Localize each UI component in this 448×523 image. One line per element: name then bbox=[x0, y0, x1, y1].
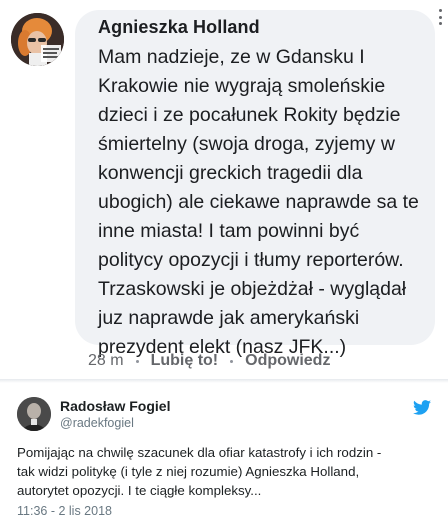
author-avatar[interactable] bbox=[11, 13, 64, 66]
comment-text: Mam nadzieje, ze w Gdansku I Krakowie ni… bbox=[98, 43, 428, 362]
profile-photo bbox=[17, 397, 51, 431]
comment-line: Krakowie nie wygrają smoleńskie bbox=[98, 75, 386, 97]
tweet-author-handle[interactable]: @radekfogiel bbox=[60, 416, 134, 430]
separator-dot bbox=[135, 359, 139, 363]
tweet-line: Pomijając na chwilę szacunek dla ofiar k… bbox=[17, 445, 382, 460]
like-button[interactable]: Lubię to! bbox=[151, 352, 219, 370]
comment-line: śmiertelny (swoja droga, zyjemy w bbox=[98, 133, 395, 155]
more-options-icon[interactable] bbox=[433, 6, 447, 28]
reply-button[interactable]: Odpowiedz bbox=[245, 352, 330, 370]
tweet-text: Pomijając na chwilę szacunek dla ofiar k… bbox=[17, 443, 442, 500]
comment-actions: 28 m Lubię to! Odpowiedz bbox=[88, 350, 330, 372]
tweet-author-name[interactable]: Radosław Fogiel bbox=[60, 398, 170, 414]
separator-dot bbox=[230, 359, 234, 363]
tweet-author-avatar[interactable] bbox=[17, 397, 51, 431]
tweet-line: autorytet opozycji. I te ciągłe kompleks… bbox=[17, 483, 262, 498]
tweet-date[interactable]: 11:36 - 2 lis 2018 bbox=[17, 504, 112, 518]
comment-line: konwencji greckich tragedii dla bbox=[98, 162, 363, 184]
comment-line: inne miasta! I tam powinni być bbox=[98, 220, 360, 242]
comment-timestamp[interactable]: 28 m bbox=[88, 352, 124, 370]
comment-author-name[interactable]: Agnieszka Holland bbox=[98, 17, 260, 38]
comment-line: juz naprawde jak amerykański bbox=[98, 307, 360, 329]
comment-line: Mam nadzieje, ze w Gdansku I bbox=[98, 46, 365, 68]
twitter-bird-icon[interactable] bbox=[413, 400, 431, 415]
section-divider bbox=[0, 379, 448, 383]
profile-photo bbox=[11, 13, 64, 66]
comment-line: politycy opozycji i tłumy reporterów. bbox=[98, 249, 404, 271]
comment-line: dzieci i ze pocałunek Rokity będzie bbox=[98, 104, 401, 126]
comment-line: ubogich) ale ciekawe naprawde sa te bbox=[98, 191, 419, 213]
tweet-line: tak widzi politykę (i tyle z niej rozumi… bbox=[17, 464, 360, 479]
comment-line: Trzaskowski je objeżdżał - wyglądał bbox=[98, 278, 407, 300]
